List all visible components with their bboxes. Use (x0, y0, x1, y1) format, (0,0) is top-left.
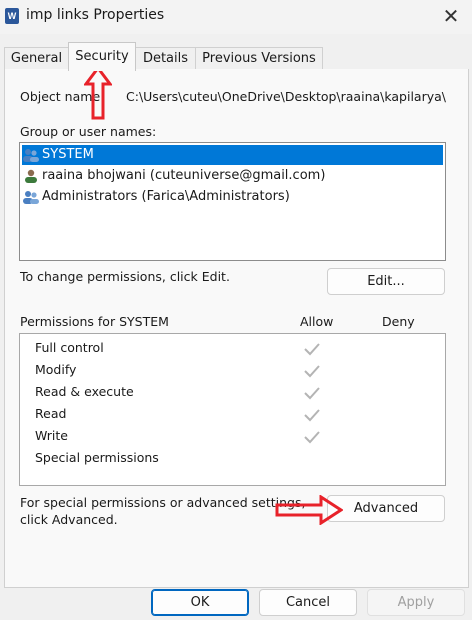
deny-header: Deny (382, 314, 415, 329)
users-group-icon (23, 190, 39, 204)
allow-check-icon (304, 387, 320, 400)
permission-write: Write (35, 428, 69, 443)
window-title: imp links Properties (26, 7, 165, 23)
tab-previous-versions[interactable]: Previous Versions (195, 47, 323, 70)
change-permissions-text: To change permissions, click Edit. (20, 269, 230, 284)
list-item-administrators[interactable]: Administrators (Farica\Administrators) (22, 187, 290, 207)
permission-read: Read (35, 406, 67, 421)
permissions-label: Permissions for SYSTEM (20, 314, 169, 329)
permission-modify: Modify (35, 362, 77, 377)
close-icon[interactable]: ✕ (436, 2, 466, 30)
permission-read-execute: Read & execute (35, 384, 134, 399)
user-icon (25, 169, 37, 183)
allow-check-icon (304, 365, 320, 378)
object-name-value: C:\Users\cuteu\OneDrive\Desktop\raaina\k… (126, 89, 446, 104)
permission-special: Special permissions (35, 450, 159, 465)
list-item-raaina[interactable]: raaina bhojwani (cuteuniverse@gmail.com) (22, 166, 325, 186)
allow-check-icon (304, 431, 320, 444)
right-arrow-annotation-icon (275, 495, 343, 525)
word-document-icon: W (5, 8, 19, 24)
list-item-label: Administrators (Farica\Administrators) (42, 189, 290, 204)
list-item-label: SYSTEM (42, 147, 94, 162)
tab-security[interactable]: Security (68, 42, 136, 71)
allow-header: Allow (300, 314, 334, 329)
tab-details[interactable]: Details (135, 47, 196, 70)
allow-check-icon (304, 409, 320, 422)
group-user-listbox[interactable]: SYSTEM raaina bhojwani (cuteuniverse@gma… (19, 142, 446, 261)
apply-button[interactable]: Apply (367, 589, 465, 616)
edit-button[interactable]: Edit... (327, 268, 445, 295)
list-item-label: raaina bhojwani (cuteuniverse@gmail.com) (42, 168, 326, 183)
groups-label: Group or user names: (20, 124, 157, 139)
permission-full-control: Full control (35, 340, 104, 355)
users-group-icon (23, 148, 39, 162)
list-item-system[interactable]: SYSTEM (22, 145, 443, 165)
ok-button[interactable]: OK (151, 589, 249, 616)
cancel-button[interactable]: Cancel (259, 589, 357, 616)
tab-general[interactable]: General (4, 47, 69, 70)
allow-check-icon (304, 343, 320, 356)
advanced-text-line1: For special permissions or advanced sett… (20, 495, 306, 510)
up-arrow-annotation-icon (84, 66, 112, 120)
advanced-button[interactable]: Advanced (327, 495, 445, 522)
advanced-text-line2: click Advanced. (20, 512, 118, 527)
